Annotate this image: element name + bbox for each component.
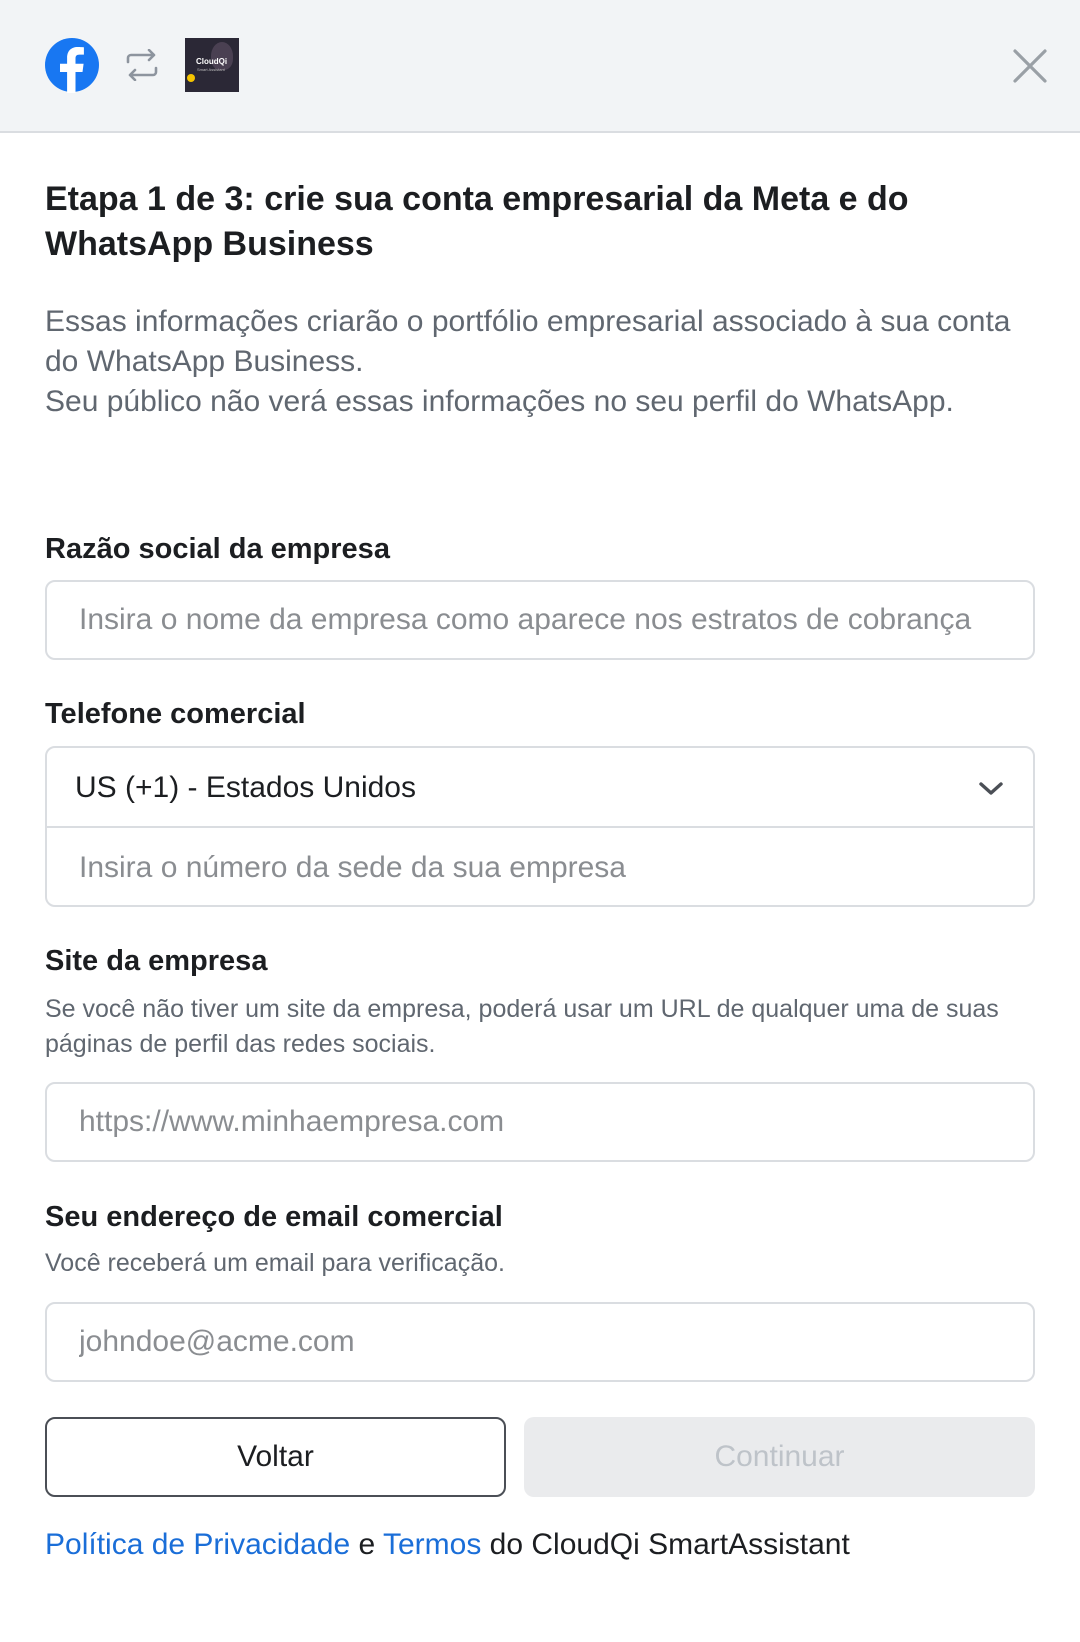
email-label: Seu endereço de email comercial — [45, 1201, 503, 1233]
website-input[interactable] — [45, 1082, 1035, 1162]
business-name-label: Razão social da empresa — [45, 533, 390, 565]
website-hint: Se você não tiver um site da empresa, po… — [45, 995, 999, 1058]
page-title: Etapa 1 de 3: crie sua conta empresarial… — [45, 180, 909, 263]
back-button[interactable]: Voltar — [45, 1417, 506, 1497]
website-label: Site da empresa — [45, 945, 268, 977]
terms-link[interactable]: Termos — [383, 1528, 481, 1561]
facebook-icon — [45, 38, 99, 93]
footer-conjunction: e — [350, 1528, 383, 1561]
email-input[interactable] — [45, 1302, 1035, 1382]
continue-button[interactable]: Continuar — [524, 1417, 1035, 1497]
app-thumbnail: CloudQi Smart Assistant — [185, 38, 239, 92]
business-phone-label: Telefone comercial — [45, 698, 306, 730]
phone-field-group: US (+1) - Estados Unidos — [45, 746, 1035, 907]
email-hint: Você receberá um email para verificação. — [45, 1249, 505, 1277]
close-icon[interactable] — [1010, 46, 1050, 86]
phone-number-input[interactable] — [47, 828, 1033, 905]
description-line-1: Essas informações criarão o portfólio em… — [45, 305, 1011, 378]
footer-suffix: do CloudQi SmartAssistant — [481, 1528, 850, 1561]
dialog-header: CloudQi Smart Assistant — [0, 0, 1080, 133]
privacy-policy-link[interactable]: Política de Privacidade — [45, 1528, 350, 1561]
thumbnail-badge — [187, 74, 195, 82]
chevron-down-icon — [979, 782, 1003, 795]
country-code-value: US (+1) - Estados Unidos — [75, 771, 416, 804]
description-line-2: Seu público não verá essas informações n… — [45, 385, 954, 418]
thumbnail-title: CloudQi — [196, 57, 228, 66]
business-name-input[interactable] — [45, 580, 1035, 660]
footer-legal: Política de Privacidade e Termos do Clou… — [45, 1525, 850, 1565]
page-description: Essas informações criarão o portfólio em… — [45, 302, 1035, 422]
swap-arrows-icon — [126, 49, 158, 81]
country-code-select[interactable]: US (+1) - Estados Unidos — [47, 748, 1033, 828]
thumbnail-subtitle: Smart Assistant — [197, 67, 225, 72]
